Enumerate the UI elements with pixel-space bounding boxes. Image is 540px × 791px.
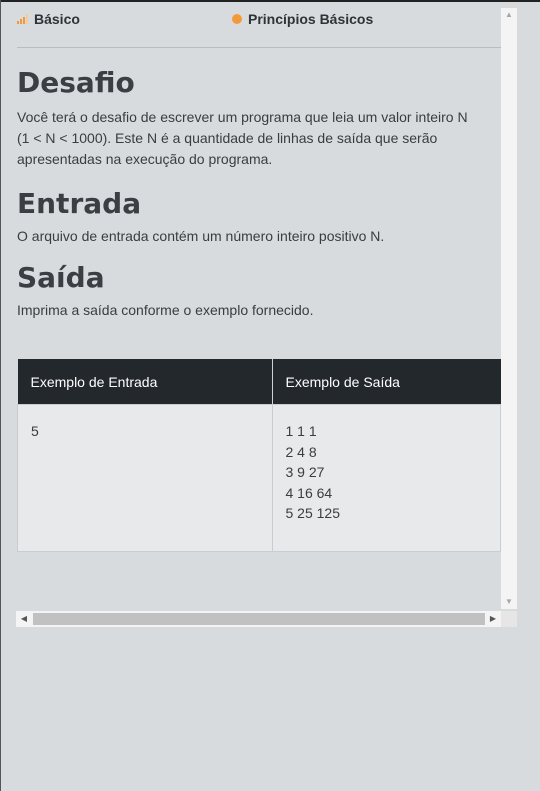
challenge-text: Você terá o desafio de escrever um progr… (17, 107, 501, 170)
example-input-cell: 5 (17, 404, 273, 552)
example-input-header: Exemplo de Entrada (17, 359, 273, 405)
input-text: O arquivo de entrada contém um número in… (17, 228, 385, 244)
output-text: Imprima a saída conforme o exemplo forne… (17, 302, 314, 318)
example-output-header: Exemplo de Saída (272, 359, 501, 405)
triangle-left-icon[interactable]: ◀ (16, 611, 32, 627)
horizontal-scroll-thumb[interactable] (33, 613, 485, 625)
example-input-line: 5 (31, 423, 39, 439)
triangle-down-icon[interactable]: ▼ (501, 595, 517, 609)
problem-category: Princípios Básicos (232, 11, 373, 27)
challenge-line: apresentadas na execução do programa. (17, 151, 273, 167)
signal-bars-icon (17, 14, 28, 24)
vertical-scrollbar[interactable]: ▲ ▼ (501, 8, 517, 609)
output-title: Saída (17, 261, 105, 294)
example-output-line: 4 16 64 (285, 484, 333, 501)
challenge-line: Você terá o desafio de escrever um progr… (17, 109, 468, 125)
example-output-line: 2 4 8 (285, 443, 317, 460)
challenge-section: Desafio Você terá o desafio de escrever … (17, 66, 501, 170)
challenge-title: Desafio (17, 66, 135, 99)
horizontal-scrollbar[interactable]: ◀ ▶ (16, 611, 501, 627)
input-section: Entrada O arquivo de entrada contém um n… (17, 187, 501, 247)
input-title: Entrada (17, 187, 142, 220)
examples-row: 5 1 1 1 2 4 8 3 9 27 4 16 64 5 25 125 (17, 404, 501, 552)
example-output-line: 3 9 27 (285, 464, 325, 480)
output-section: Saída Imprima a saída conforme o exemplo… (17, 261, 501, 321)
difficulty-label: Básico (34, 11, 80, 27)
meta-divider (17, 47, 501, 48)
example-output-line: 1 1 1 (285, 423, 317, 439)
example-output-line: 5 25 125 (285, 505, 341, 521)
problem-meta-bar: Básico Princípios Básicos (17, 2, 501, 38)
examples-table: Exemplo de Entrada Exemplo de Saída 5 1 … (17, 359, 501, 552)
challenge-line: (1 < N < 1000). Este N é a quantidade de… (17, 130, 438, 146)
problem-content: Básico Princípios Básicos Desafio Você t… (17, 2, 501, 552)
triangle-up-icon[interactable]: ▲ (501, 8, 517, 22)
examples-header-row: Exemplo de Entrada Exemplo de Saída (17, 359, 501, 405)
difficulty-level: Básico (17, 11, 80, 27)
orange-dot-icon (232, 14, 242, 24)
scrollbar-corner (501, 611, 517, 627)
example-output-cell: 1 1 1 2 4 8 3 9 27 4 16 64 5 25 125 (271, 404, 501, 552)
triangle-right-icon[interactable]: ▶ (485, 611, 501, 627)
category-label: Princípios Básicos (248, 11, 374, 27)
problem-viewport: Básico Princípios Básicos Desafio Você t… (1, 2, 501, 609)
